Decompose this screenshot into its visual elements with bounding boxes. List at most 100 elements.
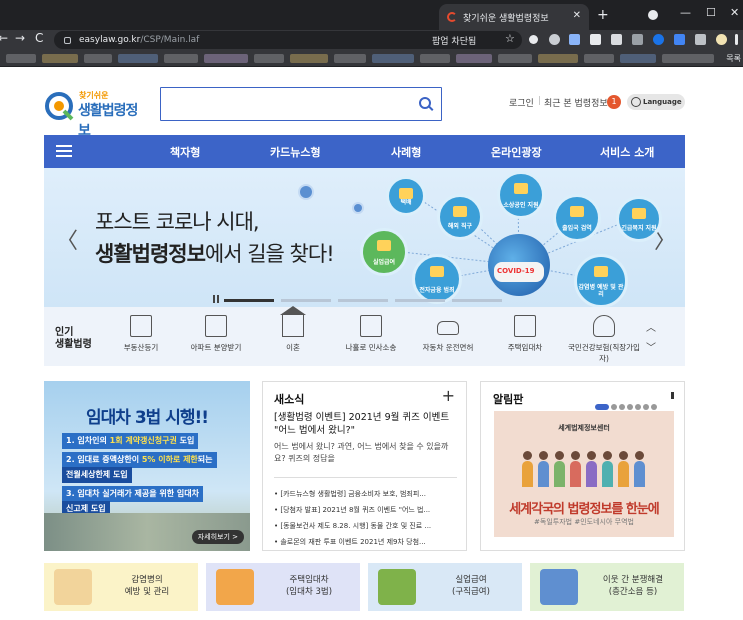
lease-law-banner[interactable]: 임대차 3법 시행!! 1. 임차인의 1회 계약갱신청구권 도입 2. 임대료… (44, 381, 250, 551)
login-link[interactable]: 로그인 (509, 96, 534, 109)
site-logo[interactable]: 찾기쉬운 생활법령정보 (44, 89, 149, 139)
hero-bubble-delivery[interactable]: 택배 (386, 176, 426, 216)
bookmark-item[interactable] (620, 54, 656, 63)
notice-dot[interactable] (611, 404, 617, 410)
language-button[interactable]: Language (627, 94, 685, 110)
carousel-pause-button[interactable] (213, 295, 219, 303)
extension-icon[interactable] (569, 34, 580, 45)
news-list-item[interactable]: [당첨자 발표] 2021년 8월 퀴즈 이벤트 "어느 법... (274, 502, 460, 518)
popular-item-driver-license[interactable]: 자동차 운전면허 (413, 315, 483, 353)
tab-close-icon[interactable]: ✕ (573, 10, 581, 21)
profile-icon[interactable] (648, 10, 658, 20)
bookmark-item[interactable] (456, 54, 492, 63)
popular-item-divorce[interactable]: 이혼 (258, 306, 328, 353)
bookmark-item[interactable] (538, 54, 578, 63)
extension-icon[interactable] (653, 34, 664, 45)
news-list-item[interactable]: 솔로몬의 재판 투표 이벤트 2021년 제9차 당첨... (274, 534, 460, 550)
notice-dot[interactable] (651, 404, 657, 410)
nav-item-service-intro[interactable]: 서비스 소개 (600, 144, 654, 160)
extension-icon[interactable] (611, 34, 622, 45)
hero-carousel[interactable]: 〈 〉 포스트 코로나 시대, 생활법령정보에서 길을 찾다! 택배 해외 직구… (44, 168, 685, 307)
bookmark-item[interactable] (498, 54, 532, 63)
nav-item-cases[interactable]: 사례형 (391, 144, 421, 160)
nav-item-card-news[interactable]: 카드뉴스형 (270, 144, 321, 160)
maximize-button[interactable]: ☐ (706, 6, 716, 19)
search-icon[interactable] (419, 97, 431, 109)
nav-item-booklet[interactable]: 책자형 (170, 144, 200, 160)
notice-dot-active[interactable] (595, 404, 609, 410)
notice-dot[interactable] (643, 404, 649, 410)
bookmark-item[interactable] (334, 54, 366, 63)
bookmark-item[interactable] (84, 54, 112, 63)
new-tab-button[interactable]: + (597, 7, 609, 23)
carousel-indicator[interactable] (338, 299, 388, 302)
popup-blocked-indicator[interactable]: 팝업 차단됨 (432, 34, 476, 47)
notice-dot[interactable] (627, 404, 633, 410)
bookmark-item[interactable] (42, 54, 78, 63)
bookmark-item[interactable] (372, 54, 414, 63)
avatar[interactable] (716, 34, 727, 45)
hero-bubble-infectious-disease[interactable]: 감염병 예방 및 관리 (574, 254, 628, 307)
ad-more-button[interactable]: 자세히보기 > (191, 530, 244, 544)
other-bookmarks[interactable]: 목록 (726, 53, 741, 64)
notice-dot[interactable] (619, 404, 625, 410)
forward-button[interactable]: → (15, 31, 25, 45)
popular-down-arrow-icon[interactable]: ﹀ (646, 339, 656, 354)
reload-button[interactable]: C (35, 31, 43, 45)
popular-item-health-insurance[interactable]: 국민건강보험(직장가입자) (566, 315, 642, 364)
banner-neighbor-dispute[interactable]: 이웃 간 분쟁해결 (층간소음 등) (530, 563, 684, 611)
address-bar[interactable]: easylaw.go.kr /CSP/Main.laf 팝업 차단됨 (54, 31, 522, 49)
bookmark-item[interactable] (662, 54, 714, 63)
bookmark-item[interactable] (204, 54, 248, 63)
news-list-item[interactable]: [동물보건사 제도 8.28. 시행] 동물 간호 및 진료 ... (274, 518, 460, 534)
hero-bubble-welfare[interactable]: 긴급복지 지원 (616, 196, 662, 242)
notice-dot[interactable] (635, 404, 641, 410)
news-headline[interactable]: [생활법령 이벤트] 2021년 9월 퀴즈 이벤트 "어느 법에서 왔니?" (274, 411, 459, 437)
bookmark-item[interactable] (6, 54, 36, 63)
popular-item-lease[interactable]: 주택임대차 (490, 315, 560, 353)
notice-banner-image[interactable]: 세계법제정보센터 세계각국의 법령정보를 한눈에 #독일투자법 #인도네시아 무… (494, 411, 674, 537)
hamburger-menu-icon[interactable] (56, 145, 72, 157)
news-more-plus-icon[interactable]: + (442, 386, 455, 405)
bookmark-item[interactable] (118, 54, 158, 63)
hero-bubble-unemployment[interactable]: 실업급여 (360, 228, 408, 276)
banner-label: 주택임대차 (임대차 3법) (285, 575, 333, 597)
bookmark-item[interactable] (164, 54, 198, 63)
hero-bubble-immigration[interactable]: 출입국 검역 (553, 194, 601, 242)
minimize-button[interactable]: — (680, 6, 691, 19)
extension-icon[interactable] (529, 35, 538, 44)
hero-bubble-e-finance[interactable]: 전자금융 범죄 (412, 254, 462, 304)
popular-item-apartment[interactable]: 아파트 분양받기 (181, 315, 251, 353)
bookmark-item[interactable] (420, 54, 450, 63)
news-list-item[interactable]: [카드뉴스형 생활법령] 금융소비자 보호, 범죄피... (274, 486, 460, 502)
bookmark-item[interactable] (290, 54, 328, 63)
carousel-indicator[interactable] (395, 299, 445, 302)
popular-item-civil-suit[interactable]: 나홀로 민사소송 (336, 315, 406, 353)
notice-pause-button[interactable] (671, 392, 674, 399)
banner-housing-lease[interactable]: 주택임대차 (임대차 3법) (206, 563, 360, 611)
search-input[interactable] (169, 88, 409, 118)
bookmark-item[interactable] (254, 54, 284, 63)
carousel-indicator[interactable] (281, 299, 331, 302)
bookmark-item[interactable] (584, 54, 614, 63)
hero-bubble-small-business[interactable]: 소상공인 지원 (497, 171, 545, 219)
popular-item-real-estate[interactable]: 부동산등기 (106, 315, 176, 353)
back-button[interactable]: ← (0, 31, 8, 45)
extension-icon[interactable] (674, 34, 685, 45)
carousel-indicator-active[interactable] (224, 299, 274, 302)
extension-icon[interactable] (549, 34, 560, 45)
puzzle-icon[interactable] (695, 34, 706, 45)
close-window-button[interactable]: ✕ (730, 6, 739, 19)
popular-up-arrow-icon[interactable]: ︿ (646, 319, 656, 334)
nav-item-online-plaza[interactable]: 온라인광장 (491, 144, 542, 160)
banner-unemployment-benefit[interactable]: 실업급여 (구직급여) (368, 563, 522, 611)
hero-bubble-direct-purchase[interactable]: 해외 직구 (437, 194, 483, 240)
browser-tab[interactable]: 찾기쉬운 생활법령정보 ✕ (439, 4, 589, 30)
extension-icon[interactable] (632, 34, 643, 45)
recent-laws-link[interactable]: 최근 본 법령정보 (544, 96, 608, 109)
banner-infectious-disease[interactable]: 감염병의 예방 및 관리 (44, 563, 198, 611)
menu-icon[interactable] (735, 34, 738, 45)
extension-icon[interactable] (590, 34, 601, 45)
carousel-indicator[interactable] (452, 299, 502, 302)
bookmark-star-icon[interactable]: ☆ (505, 32, 515, 45)
